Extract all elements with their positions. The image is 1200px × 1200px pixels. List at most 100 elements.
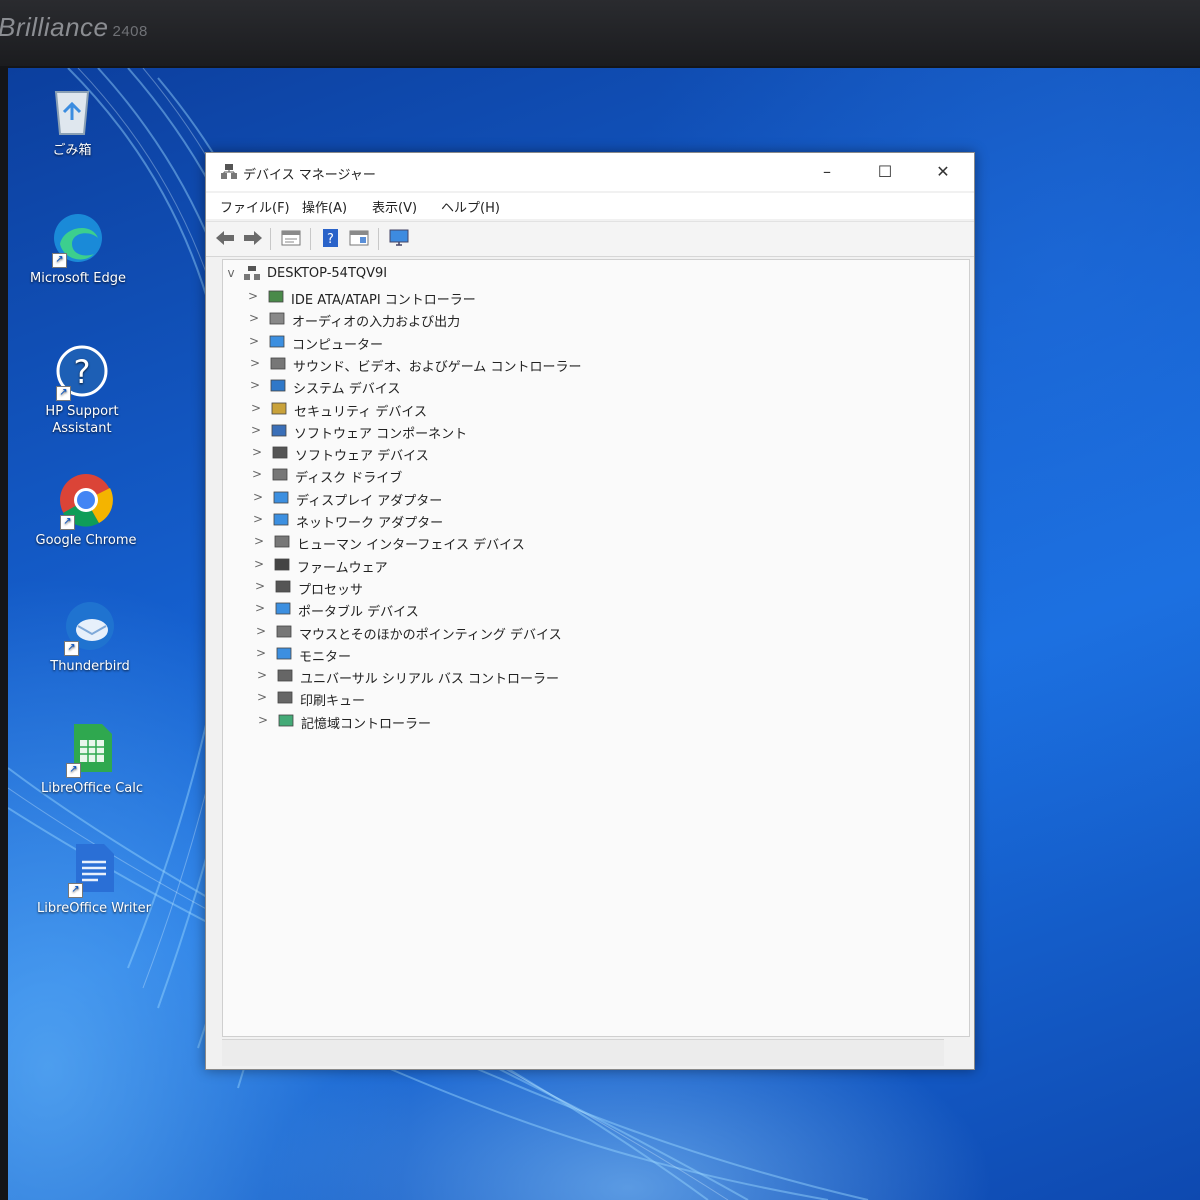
tree-category-label: オーディオの入力および出力: [292, 315, 461, 331]
maximize-button[interactable]: ☐: [856, 153, 914, 191]
menu-file[interactable]: ファイル(F): [220, 197, 290, 216]
close-button[interactable]: ✕: [914, 153, 972, 191]
device-manager-window: デバイス マネージャー – ☐ ✕ ファイル(F) 操作(A) 表示(V) ヘル…: [205, 152, 975, 1070]
shortcut-arrow-icon: ↗: [56, 386, 71, 401]
tree-category-sound-video-game[interactable]: > サウンド、ビデオ、およびゲーム コントローラー: [245, 354, 925, 375]
chevron-right-icon[interactable]: >: [252, 490, 264, 504]
edge-icon: ↗: [50, 210, 106, 268]
tree-category-label: 記憶域コントローラー: [301, 716, 432, 732]
menu-help[interactable]: ヘルプ(H): [441, 197, 500, 216]
properties-icon[interactable]: [280, 228, 302, 248]
tree-category-label: ヒューマン インターフェイス デバイス: [297, 538, 525, 554]
tree-category-label: ポータブル デバイス: [298, 605, 419, 621]
chevron-right-icon[interactable]: >: [248, 311, 260, 325]
chevron-right-icon[interactable]: >: [252, 512, 264, 526]
tree-category-portable-devices[interactable]: > ポータブル デバイス: [250, 599, 930, 621]
chevron-right-icon[interactable]: >: [255, 624, 267, 638]
shortcut-arrow-icon: ↗: [68, 883, 83, 898]
tree-root[interactable]: v DESKTOP-54TQV9I: [223, 264, 943, 284]
menu-bar: ファイル(F) 操作(A) 表示(V) ヘルプ(H): [206, 193, 974, 219]
network-adapters-icon: [273, 513, 289, 526]
monitor-brand: Brilliance 2408: [0, 12, 148, 42]
title-bar[interactable]: デバイス マネージャー – ☐ ✕: [206, 153, 974, 191]
tree-category-label: セキュリティ デバイス: [294, 404, 427, 420]
chevron-right-icon[interactable]: >: [251, 445, 263, 459]
forward-icon[interactable]: [242, 228, 264, 248]
tree-category-network-adapters[interactable]: > ネットワーク アダプター: [248, 510, 928, 531]
chevron-right-icon[interactable]: >: [256, 668, 268, 682]
device-manager-icon: [221, 164, 237, 179]
chevron-right-icon[interactable]: >: [250, 423, 262, 437]
desktop-icon-recycle-bin[interactable]: ごみ箱: [12, 82, 132, 159]
chevron-right-icon[interactable]: >: [251, 467, 263, 481]
menu-view[interactable]: 表示(V): [372, 197, 417, 216]
back-icon[interactable]: [214, 228, 236, 248]
tree-category-label: サウンド、ビデオ、およびゲーム コントローラー: [293, 359, 582, 375]
tree-category-label: ユニバーサル シリアル バス コントローラー: [300, 672, 560, 688]
firmware-icon: [274, 558, 290, 570]
tree-category-label: モニター: [299, 649, 352, 665]
tree-category-audio-io[interactable]: > オーディオの入力および出力: [244, 309, 924, 331]
tree-category-mice[interactable]: > マウスとそのほかのポインティング デバイス: [251, 622, 931, 643]
chevron-right-icon[interactable]: >: [249, 356, 261, 370]
tree-category-label: ディスプレイ アダプター: [296, 493, 443, 509]
desktop-icon-hp-support[interactable]: ? ↗ HP Support Assistant: [22, 343, 142, 437]
desktop-icon-libreoffice-calc[interactable]: ↗ LibreOffice Calc: [32, 720, 152, 797]
tree-category-software-components[interactable]: > ソフトウェア コンポーネント: [246, 421, 926, 442]
chevron-right-icon[interactable]: >: [250, 401, 262, 415]
tree-category-display-adapters[interactable]: > ディスプレイ アダプター: [248, 488, 928, 509]
tree-category-label: ファームウェア: [297, 560, 388, 576]
desktop-icon-label: ごみ箱: [52, 143, 92, 158]
chevron-right-icon[interactable]: >: [257, 713, 269, 727]
chevron-down-icon[interactable]: v: [225, 266, 237, 280]
desktop-icon-edge[interactable]: ↗ Microsoft Edge: [18, 210, 138, 287]
chevron-right-icon[interactable]: >: [255, 646, 267, 660]
tree-category-label: コンピューター: [292, 337, 384, 353]
tree-category-label: ディスク ドライブ: [295, 471, 403, 487]
shortcut-arrow-icon: ↗: [66, 763, 81, 778]
desktop-icon-libreoffice-writer[interactable]: ↗ LibreOffice Writer: [34, 840, 154, 917]
chevron-right-icon[interactable]: >: [248, 334, 260, 348]
tree-category-processors[interactable]: > プロセッサ: [250, 577, 930, 598]
chevron-right-icon[interactable]: >: [247, 289, 259, 303]
tree-category-software-devices[interactable]: > ソフトウェア デバイス: [247, 443, 927, 464]
processors-icon: [275, 580, 291, 593]
desktop-icon-label: HP Support Assistant: [45, 404, 119, 436]
menu-action[interactable]: 操作(A): [302, 197, 347, 216]
monitors-icon: [276, 647, 292, 660]
chevron-right-icon[interactable]: >: [253, 557, 265, 571]
tree-category-computer[interactable]: > コンピューター: [244, 332, 924, 353]
chevron-right-icon[interactable]: >: [256, 690, 268, 704]
desktop-icon-thunderbird[interactable]: ↗ Thunderbird: [30, 598, 150, 675]
svg-text:?: ?: [74, 353, 91, 391]
status-bar: [222, 1039, 944, 1066]
tree-category-hid[interactable]: > ヒューマン インターフェイス デバイス: [249, 532, 929, 554]
chevron-right-icon[interactable]: >: [254, 601, 266, 615]
help-icon[interactable]: ?: [320, 228, 342, 248]
tree-category-disk-drives[interactable]: > ディスク ドライブ: [247, 465, 927, 487]
desktop-icon-label: Microsoft Edge: [29, 271, 126, 286]
tree-category-print-queues[interactable]: > 印刷キュー: [252, 688, 932, 709]
chevron-right-icon[interactable]: >: [249, 378, 261, 392]
display-adapters-icon: [273, 491, 289, 504]
computer-icon: [269, 335, 285, 347]
chevron-right-icon[interactable]: >: [254, 579, 266, 593]
computer-root-icon: [244, 266, 260, 280]
tree-category-ide-controller[interactable]: > IDE ATA/ATAPI コントローラー: [243, 287, 923, 308]
desktop-icon-chrome[interactable]: ↗ Google Chrome: [26, 472, 146, 549]
monitor-icon[interactable]: [388, 228, 410, 248]
tree-category-usb-controllers[interactable]: > ユニバーサル シリアル バス コントローラー: [252, 666, 932, 688]
tree-category-system-devices[interactable]: > システム デバイス: [245, 376, 925, 397]
tree-category-label: ソフトウェア コンポーネント: [294, 426, 468, 442]
view-icon[interactable]: [348, 228, 370, 248]
monitor-bezel: Brilliance 2408: [0, 0, 1200, 66]
window-title: デバイス マネージャー: [243, 168, 376, 183]
minimize-button[interactable]: –: [798, 153, 856, 191]
audio-io-icon: [269, 312, 285, 325]
tree-category-firmware[interactable]: > ファームウェア: [249, 555, 929, 576]
tree-category-monitors[interactable]: > モニター: [251, 644, 931, 665]
tree-category-security-devices[interactable]: > セキュリティ デバイス: [246, 399, 926, 420]
chevron-right-icon[interactable]: >: [253, 534, 265, 548]
sound-video-game-icon: [270, 357, 286, 370]
tree-category-storage-controllers[interactable]: > 記憶域コントローラー: [253, 711, 933, 732]
